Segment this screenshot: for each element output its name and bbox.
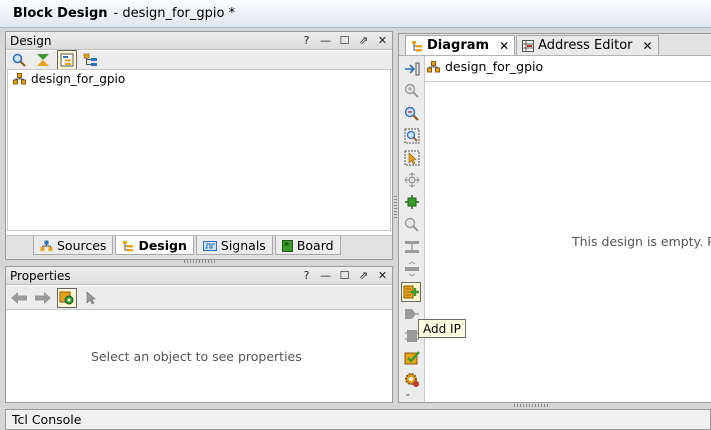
block-design-icon [427, 60, 440, 73]
tree-item-design[interactable]: design_for_gpio [8, 70, 390, 86]
diagram-canvas[interactable]: This design is empty. P [425, 81, 711, 402]
hierarchy-view-icon[interactable] [57, 50, 77, 70]
properties-icon[interactable] [57, 287, 77, 308]
window-title: Block Design [13, 6, 108, 21]
float-button[interactable]: ⇗ [354, 269, 373, 282]
design-panel-title: Design [10, 33, 52, 48]
diagram-panel: Diagram ✕ Address Editor ✕ ⌄ design_for_… [398, 33, 711, 403]
vertical-splitter[interactable] [394, 196, 397, 218]
expand-tree-icon[interactable] [81, 50, 101, 70]
tree-item-label: design_for_gpio [31, 72, 126, 86]
block-design-icon [13, 73, 26, 85]
maximize-button[interactable]: ☐ [335, 269, 354, 282]
close-button[interactable]: ✕ [373, 269, 392, 282]
close-button[interactable]: ✕ [373, 34, 392, 47]
panel-splitter[interactable] [184, 260, 216, 263]
design-tree: design_for_gpio [7, 69, 391, 231]
search-disabled-icon[interactable] [402, 215, 422, 235]
float-button[interactable]: ⇗ [354, 34, 373, 47]
maximize-button[interactable]: ☐ [335, 34, 354, 47]
design-panel: Design ? — ☐ ⇗ ✕ design_for_gpio Sources… [5, 31, 393, 263]
tab-design[interactable]: Design [115, 236, 194, 255]
help-button[interactable]: ? [297, 269, 316, 282]
board-icon [281, 239, 293, 252]
tab-signals-label: Signals [220, 238, 266, 253]
collapse-icon[interactable] [402, 237, 422, 257]
tab-design-label: Design [138, 238, 187, 253]
collapse-all-icon[interactable] [33, 50, 53, 70]
signals-icon [202, 240, 217, 251]
validate-design-icon[interactable] [402, 348, 422, 368]
collapse-toolbar-icon[interactable] [402, 59, 422, 79]
tab-address-editor[interactable]: Address Editor ✕ [516, 35, 659, 55]
tab-diagram[interactable]: Diagram ✕ [405, 35, 516, 55]
tab-address-editor-label: Address Editor [538, 38, 633, 53]
selection-icon[interactable] [402, 148, 422, 168]
zoom-out-icon[interactable] [402, 104, 422, 124]
tab-sources-label: Sources [57, 238, 107, 253]
properties-toolbar [6, 286, 392, 310]
tab-sources[interactable]: Sources [33, 236, 114, 255]
back-arrow-icon[interactable] [9, 288, 29, 308]
zoom-fit-icon[interactable] [402, 126, 422, 146]
tcl-console-label: Tcl Console [12, 412, 82, 427]
properties-panel-header: Properties ? — ☐ ⇗ ✕ [6, 267, 392, 285]
tab-signals[interactable]: Signals [195, 236, 273, 255]
help-button[interactable]: ? [297, 34, 316, 47]
diagram-empty-message: This design is empty. P [572, 234, 711, 249]
properties-panel: Properties ? — ☐ ⇗ ✕ Select an object to… [5, 266, 393, 403]
design-panel-header: Design ? — ☐ ⇗ ✕ [6, 32, 392, 50]
design-panel-controls: ? — ☐ ⇗ ✕ [297, 34, 392, 47]
minimize-button[interactable]: — [316, 34, 335, 47]
cursor-icon[interactable] [81, 288, 101, 308]
window-subtitle: - design_for_gpio * [113, 6, 236, 21]
console-splitter[interactable] [514, 404, 548, 407]
search-icon[interactable] [9, 50, 29, 70]
design-toolbar [6, 50, 392, 70]
address-editor-icon [522, 39, 535, 52]
design-panel-tabs: Sources Design Signals Board [6, 235, 392, 259]
diagram-icon [411, 40, 423, 52]
add-ip-tooltip: Add IP [418, 319, 466, 338]
diagram-breadcrumb: design_for_gpio [427, 59, 543, 74]
tab-diagram-label: Diagram [427, 38, 490, 53]
sources-icon [40, 240, 53, 252]
diagram-tabs: Diagram ✕ Address Editor ✕ [399, 34, 711, 56]
tab-address-editor-close-icon[interactable]: ✕ [643, 39, 653, 53]
zoom-in-icon[interactable] [402, 81, 422, 101]
forward-arrow-icon[interactable] [33, 288, 53, 308]
add-ip-icon[interactable] [401, 282, 421, 302]
more-tools-icon[interactable]: ⌄ [404, 389, 412, 399]
tab-board-label: Board [296, 238, 334, 253]
settings-gear-icon[interactable] [402, 370, 422, 390]
properties-panel-controls: ? — ☐ ⇗ ✕ [297, 269, 392, 282]
minimize-button[interactable]: — [316, 269, 335, 282]
tab-diagram-close-icon[interactable]: ✕ [499, 39, 509, 53]
window-titlebar: Block Design - design_for_gpio * [0, 0, 711, 28]
tcl-console-bar[interactable]: Tcl Console [5, 409, 711, 430]
fit-selection-icon[interactable] [402, 170, 422, 190]
properties-empty-message: Select an object to see properties [91, 349, 302, 364]
properties-panel-title: Properties [10, 268, 71, 283]
expand-icon[interactable] [402, 259, 422, 279]
tab-board[interactable]: Board [274, 236, 341, 255]
design-icon [122, 240, 134, 252]
diagram-breadcrumb-label: design_for_gpio [445, 59, 544, 74]
auto-connect-icon[interactable] [402, 192, 422, 212]
